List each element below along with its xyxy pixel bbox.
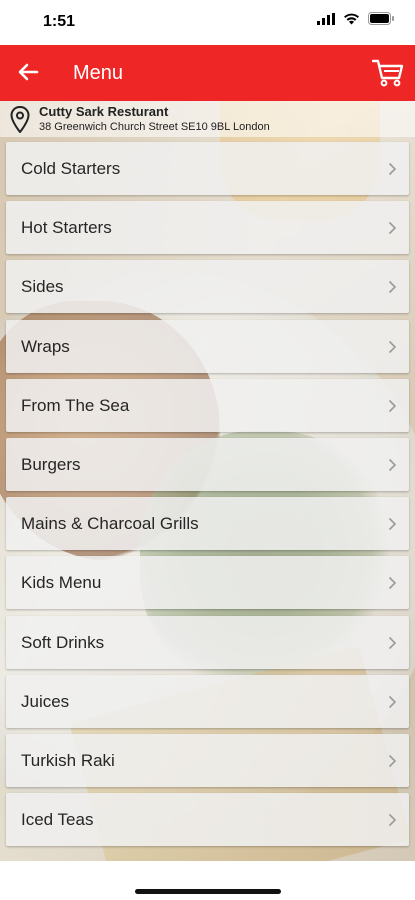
chevron-right-icon: [388, 636, 397, 649]
chevron-right-icon: [388, 281, 397, 294]
status-icons: [317, 12, 395, 25]
location-pin-icon: [10, 106, 30, 133]
page-title: Menu: [73, 62, 124, 84]
menu-item-label: Iced Teas: [21, 810, 94, 830]
back-arrow-icon: [18, 63, 39, 81]
menu-item-hot-starters[interactable]: Hot Starters: [6, 201, 409, 255]
menu-item-soft-drinks[interactable]: Soft Drinks: [6, 615, 409, 669]
battery-icon: [368, 12, 394, 25]
chevron-right-icon: [388, 754, 397, 767]
menu-item-label: Kids Menu: [21, 573, 102, 593]
menu-item-label: Burgers: [21, 454, 81, 474]
menu-item-label: From The Sea: [21, 395, 130, 415]
cart-button[interactable]: [371, 58, 404, 88]
chevron-right-icon: [388, 458, 397, 472]
wifi-icon: [344, 13, 359, 24]
menu-item-label: Sides: [21, 277, 64, 297]
menu-category-list: Cold Starters Hot Starters Sides Wraps F…: [6, 142, 409, 852]
chevron-right-icon: [388, 813, 397, 827]
chevron-right-icon: [388, 695, 397, 708]
home-indicator[interactable]: [135, 889, 281, 894]
menu-item-sides[interactable]: Sides: [6, 260, 409, 314]
menu-item-juices[interactable]: Juices: [6, 674, 409, 728]
restaurant-name: Cutty Sark Resturant: [39, 104, 169, 119]
restaurant-location-bar: Cutty Sark Resturant 38 Greenwich Church…: [0, 101, 415, 137]
chevron-right-icon: [388, 518, 397, 531]
menu-item-label: Mains & Charcoal Grills: [21, 514, 199, 534]
menu-item-burgers[interactable]: Burgers: [6, 437, 409, 491]
menu-item-label: Cold Starters: [21, 159, 121, 178]
chevron-right-icon: [388, 577, 397, 590]
bottom-safe-area: [0, 861, 415, 900]
menu-item-cold-starters[interactable]: Cold Starters: [6, 142, 409, 195]
chevron-right-icon: [388, 399, 397, 412]
menu-item-label: Hot Starters: [21, 218, 112, 238]
restaurant-address: 38 Greenwich Church Street SE10 9BL Lond…: [39, 121, 270, 133]
back-button[interactable]: [17, 61, 43, 85]
menu-item-kids-menu[interactable]: Kids Menu: [6, 556, 409, 610]
chevron-right-icon: [388, 340, 397, 353]
menu-item-label: Turkish Raki: [21, 750, 115, 770]
menu-item-from-the-sea[interactable]: From The Sea: [6, 378, 409, 432]
menu-item-mains-charcoal-grills[interactable]: Mains & Charcoal Grills: [6, 497, 409, 551]
menu-item-turkish-raki[interactable]: Turkish Raki: [6, 733, 409, 787]
chevron-right-icon: [388, 162, 397, 176]
cart-icon: [371, 59, 404, 87]
menu-item-label: Soft Drinks: [21, 632, 105, 652]
nav-bar: Menu: [0, 45, 415, 101]
chevron-right-icon: [388, 222, 397, 235]
menu-item-label: Juices: [21, 691, 70, 711]
menu-item-wraps[interactable]: Wraps: [6, 319, 409, 373]
status-time: 1:51: [43, 13, 76, 30]
status-bar: 1:51: [0, 0, 415, 45]
menu-item-label: Wraps: [21, 336, 70, 356]
menu-item-iced-teas[interactable]: Iced Teas: [6, 793, 409, 847]
signal-icon: [317, 12, 335, 25]
